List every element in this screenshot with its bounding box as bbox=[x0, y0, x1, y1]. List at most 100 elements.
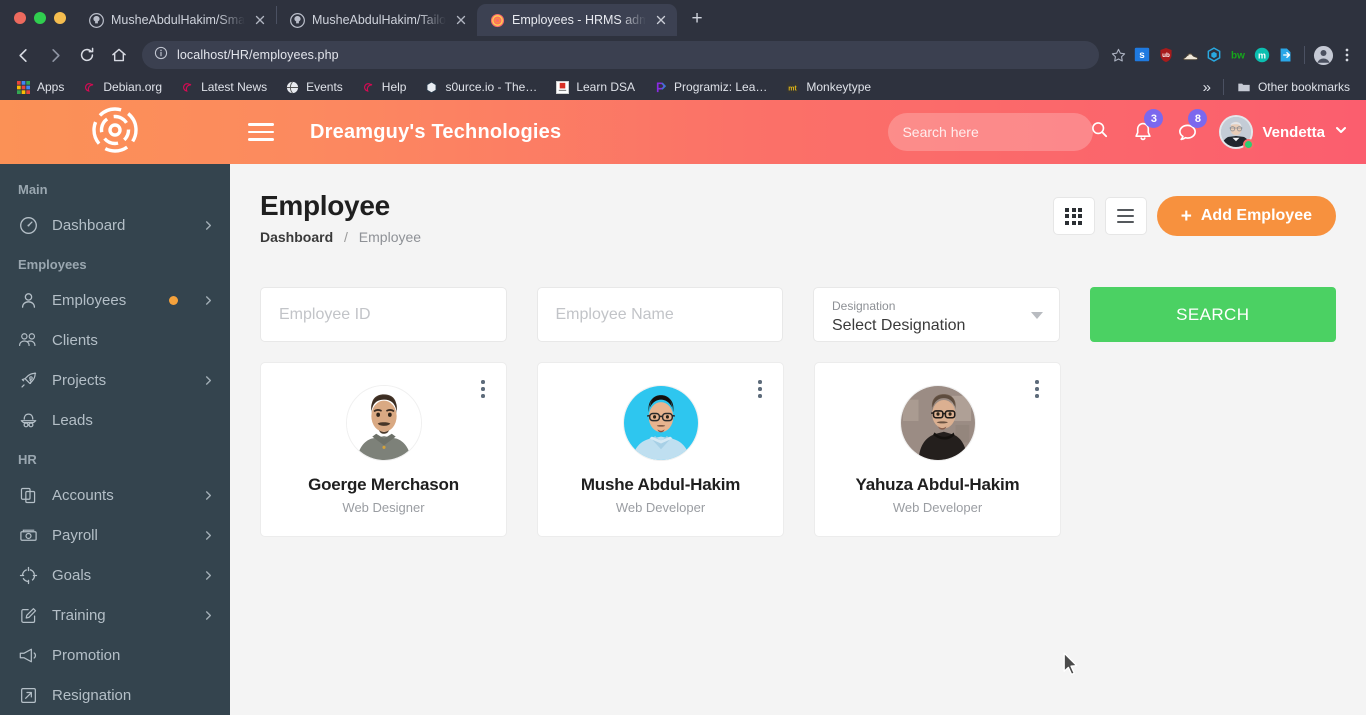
hamburger-icon[interactable] bbox=[248, 100, 288, 164]
messages-badge: 8 bbox=[1188, 109, 1208, 128]
home-icon[interactable] bbox=[104, 40, 134, 70]
hex-icon bbox=[424, 80, 439, 95]
header-search[interactable] bbox=[888, 113, 1108, 151]
s-extension-icon[interactable]: s bbox=[1131, 44, 1153, 66]
bw-extension-icon[interactable]: bw bbox=[1227, 44, 1249, 66]
sidebar-item-projects[interactable]: Projects bbox=[0, 360, 230, 400]
programiz-icon bbox=[653, 80, 668, 95]
employee-card-grid: Goerge Merchason Web Designer Mushe Abdu… bbox=[260, 362, 1336, 537]
bookmark-learn-dsa[interactable]: Learn DSA bbox=[548, 77, 642, 98]
kebab-menu-icon[interactable] bbox=[1028, 377, 1046, 401]
grid-view-button[interactable] bbox=[1052, 197, 1095, 235]
list-view-button[interactable] bbox=[1104, 197, 1147, 235]
employee-name-input[interactable] bbox=[555, 305, 764, 324]
folder-icon bbox=[1237, 80, 1252, 95]
m-extension-icon[interactable]: m bbox=[1251, 44, 1273, 66]
employee-id-input[interactable] bbox=[279, 305, 488, 324]
employee-card[interactable]: Mushe Abdul-Hakim Web Developer bbox=[537, 362, 784, 537]
hex-extension-icon[interactable] bbox=[1203, 44, 1225, 66]
sidebar-item-promotion[interactable]: Promotion bbox=[0, 635, 230, 675]
tab-title: MusheAbdulHakim/Tailor bbox=[312, 13, 446, 27]
ublock-extension-icon[interactable]: ub bbox=[1155, 44, 1177, 66]
close-icon[interactable] bbox=[653, 12, 669, 28]
sidebar-item-resignation[interactable]: Resignation bbox=[0, 675, 230, 715]
bookmark-star-icon[interactable] bbox=[1107, 44, 1129, 66]
bookmark-programiz[interactable]: Programiz: Lea… bbox=[646, 77, 774, 98]
employee-card[interactable]: Yahuza Abdul-Hakim Web Developer bbox=[814, 362, 1061, 537]
chrome-menu-icon[interactable] bbox=[1336, 44, 1358, 66]
app-logo[interactable] bbox=[0, 100, 230, 164]
bookmark-s0urce[interactable]: s0urce.io - The… bbox=[417, 77, 544, 98]
sidebar-item-label: Resignation bbox=[52, 686, 132, 704]
back-arrow-icon[interactable] bbox=[8, 40, 38, 70]
other-bookmarks-folder[interactable]: Other bookmarks bbox=[1230, 77, 1357, 98]
browser-tab-2[interactable]: MusheAbdulHakim/Tailor bbox=[277, 4, 477, 36]
sidebar-section-hr: HR bbox=[18, 452, 37, 467]
sidebar-item-label: Payroll bbox=[52, 526, 98, 544]
sidebar-item-employees[interactable]: Employees bbox=[0, 280, 230, 320]
window-maximize-button[interactable] bbox=[34, 12, 46, 24]
add-employee-button[interactable]: + Add Employee bbox=[1156, 196, 1336, 236]
user-menu[interactable]: Vendetta bbox=[1219, 115, 1348, 150]
bookmarks-bar: Apps Debian.org Latest News Events Help bbox=[0, 74, 1366, 100]
employee-name-field[interactable] bbox=[536, 287, 783, 342]
tab-title: MusheAbdulHakim/Smart bbox=[111, 13, 245, 27]
sidebar-item-dashboard[interactable]: Dashboard bbox=[0, 205, 230, 245]
sidebar-item-leads[interactable]: Leads bbox=[0, 400, 230, 440]
bookmark-apps[interactable]: Apps bbox=[9, 77, 71, 98]
employee-card[interactable]: Goerge Merchason Web Designer bbox=[260, 362, 507, 537]
sidebar-item-payroll[interactable]: Payroll bbox=[0, 515, 230, 555]
reload-icon[interactable] bbox=[72, 40, 102, 70]
page-title: Employee bbox=[260, 190, 390, 221]
copy-icon bbox=[18, 485, 38, 505]
chevron-down-icon[interactable] bbox=[1334, 123, 1348, 142]
close-icon[interactable] bbox=[453, 12, 469, 28]
page-info-icon[interactable] bbox=[154, 46, 168, 65]
search-button[interactable]: SEARCH bbox=[1089, 287, 1336, 342]
notifications-badge: 3 bbox=[1144, 109, 1164, 128]
tab-title: Employees - HRMS admin bbox=[512, 13, 646, 27]
list-view-icon bbox=[1117, 208, 1135, 224]
breadcrumb-dashboard[interactable]: Dashboard bbox=[260, 229, 333, 245]
avatar[interactable] bbox=[1219, 115, 1255, 150]
bookmark-label: Debian.org bbox=[103, 80, 163, 94]
browser-tab-1[interactable]: MusheAbdulHakim/Smart bbox=[76, 4, 276, 36]
search-input[interactable] bbox=[902, 124, 1084, 140]
employee-id-field[interactable] bbox=[260, 287, 507, 342]
sneaker-extension-icon[interactable] bbox=[1179, 44, 1201, 66]
address-bar[interactable]: localhost/HR/employees.php bbox=[142, 41, 1099, 69]
bookmarks-overflow-button[interactable]: » bbox=[1197, 79, 1217, 96]
megaphone-icon bbox=[18, 645, 38, 665]
profile-avatar-icon[interactable] bbox=[1312, 44, 1334, 66]
browser-tab-3-active[interactable]: Employees - HRMS admin bbox=[477, 4, 677, 36]
close-icon[interactable] bbox=[252, 12, 268, 28]
bookmark-help[interactable]: Help bbox=[354, 77, 414, 98]
notifications-button[interactable]: 3 bbox=[1121, 109, 1165, 154]
new-tab-button[interactable]: + bbox=[683, 5, 711, 33]
export-extension-icon[interactable] bbox=[1275, 44, 1297, 66]
kebab-menu-icon[interactable] bbox=[751, 377, 769, 401]
filter-row: Designation Select Designation SEARCH bbox=[260, 287, 1336, 342]
sidebar-item-goals[interactable]: Goals bbox=[0, 555, 230, 595]
forward-arrow-icon[interactable] bbox=[40, 40, 70, 70]
bookmark-latest-news[interactable]: Latest News bbox=[173, 77, 274, 98]
window-minimize-button[interactable] bbox=[54, 12, 66, 24]
bookmark-debian[interactable]: Debian.org bbox=[75, 77, 169, 98]
sidebar-item-clients[interactable]: Clients bbox=[0, 320, 230, 360]
window-close-button[interactable] bbox=[14, 12, 26, 24]
messages-button[interactable]: 8 bbox=[1165, 109, 1209, 154]
bookmark-monkeytype[interactable]: mt Monkeytype bbox=[778, 77, 878, 98]
search-icon[interactable] bbox=[1091, 121, 1108, 143]
bookmark-events[interactable]: Events bbox=[278, 77, 350, 98]
sidebar-item-label: Clients bbox=[52, 331, 98, 349]
sidebar-item-training[interactable]: Training bbox=[0, 595, 230, 635]
chevron-down-icon[interactable] bbox=[1030, 311, 1043, 319]
designation-select[interactable]: Designation Select Designation bbox=[813, 287, 1060, 342]
sidebar-item-accounts[interactable]: Accounts bbox=[0, 475, 230, 515]
kebab-menu-icon[interactable] bbox=[474, 377, 492, 401]
plus-icon: + bbox=[1180, 205, 1192, 227]
employee-name: Yahuza Abdul-Hakim bbox=[855, 475, 1020, 494]
address-bar-url: localhost/HR/employees.php bbox=[177, 48, 339, 62]
monkeytype-icon: mt bbox=[785, 80, 800, 95]
employee-name: Goerge Merchason bbox=[308, 475, 459, 494]
